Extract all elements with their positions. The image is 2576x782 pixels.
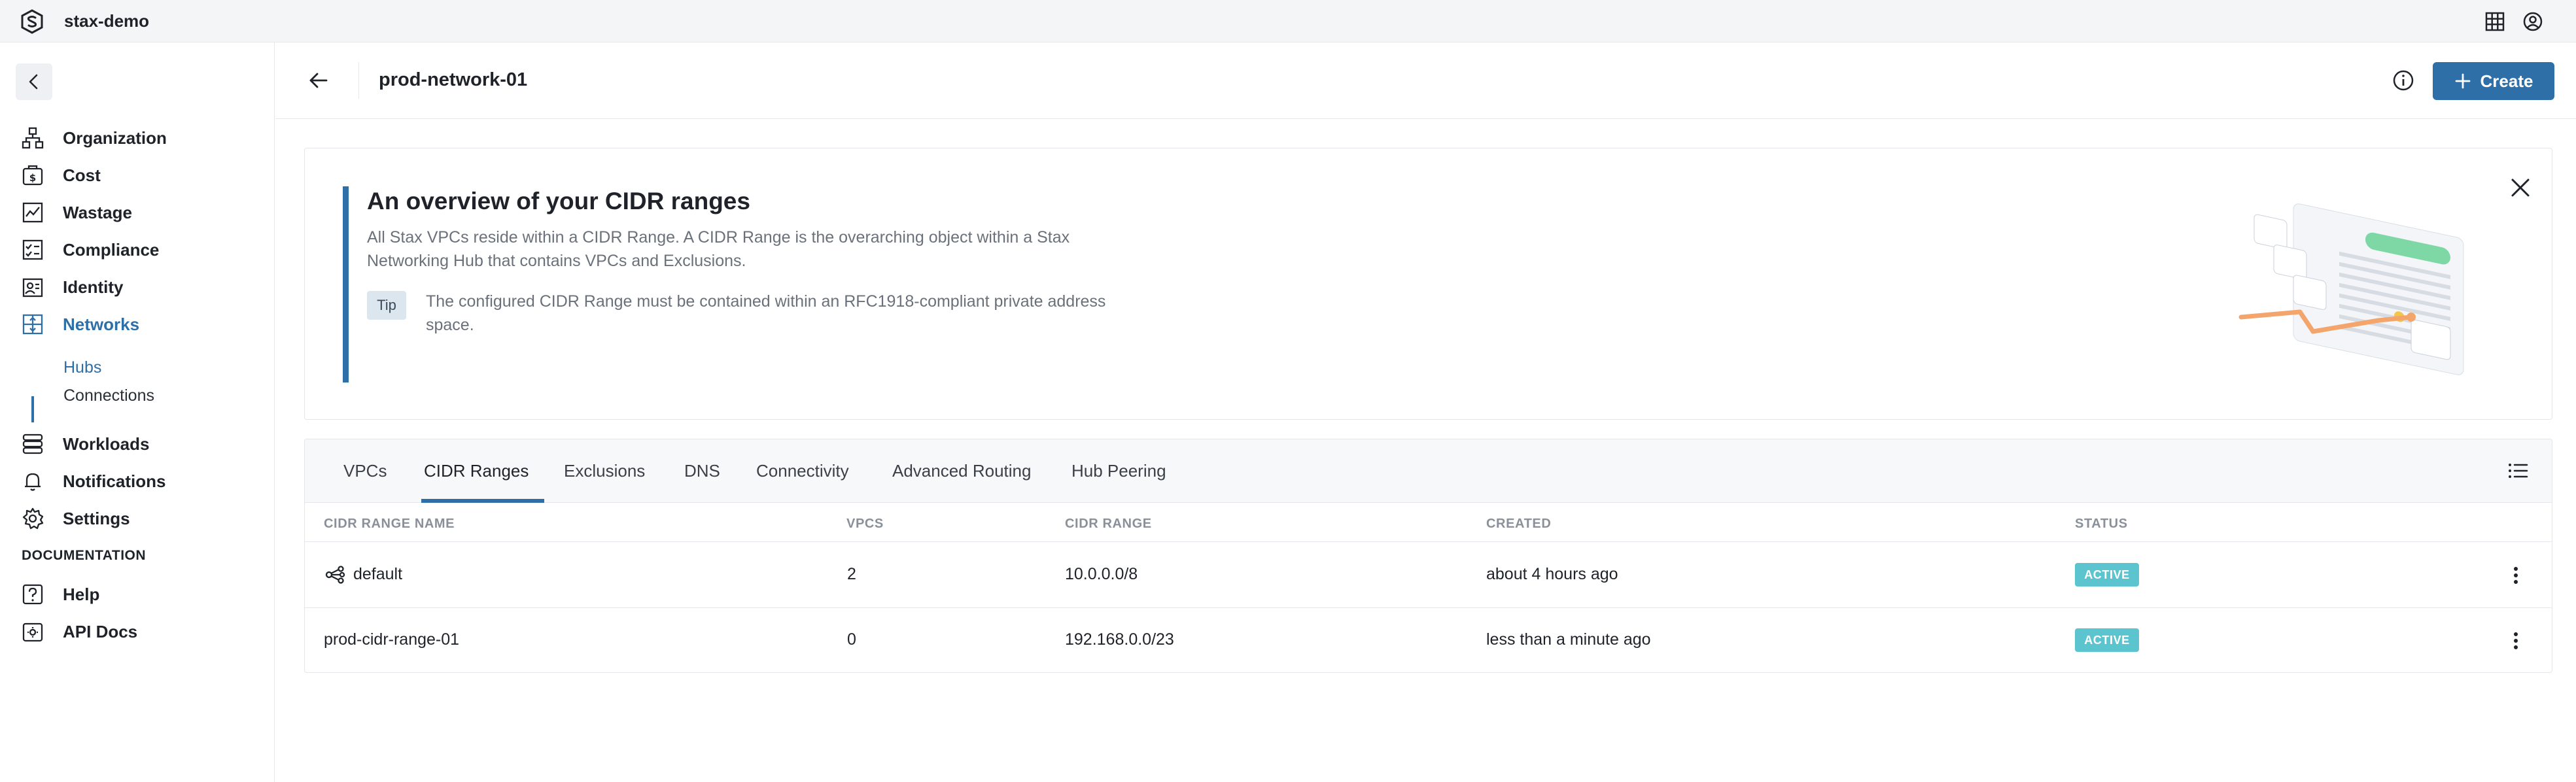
api-docs-icon: [20, 619, 46, 645]
sidebar-item-label: Workloads: [63, 434, 150, 454]
identity-icon: [20, 274, 46, 300]
sidebar-item-workloads[interactable]: Workloads: [20, 428, 262, 460]
cidr-overview-card: An overview of your CIDR ranges All Stax…: [304, 148, 2552, 420]
cidr-range-value: 10.0.0.0/8: [1065, 565, 1138, 583]
status-badge: ACTIVE: [2075, 628, 2139, 652]
tab-bar: VPCs CIDR Ranges Exclusions DNS Connecti…: [305, 439, 2552, 503]
sidebar-item-organization[interactable]: Organization: [20, 122, 262, 154]
sidebar-item-label: Wastage: [63, 202, 132, 222]
sidebar-item-label: Identity: [63, 277, 124, 297]
sidebar-item-help[interactable]: Help: [20, 578, 262, 611]
page-title: prod-network-01: [379, 69, 528, 90]
sidebar: Organization $ Cost Wastage Compliance I…: [0, 42, 275, 782]
help-icon: [20, 581, 46, 607]
sidebar-item-settings[interactable]: Settings: [20, 502, 262, 535]
tab-exclusions[interactable]: Exclusions: [563, 439, 646, 503]
create-button-label: Create: [2480, 71, 2533, 91]
collapse-sidebar-button[interactable]: [16, 63, 52, 100]
network-illustration: [2221, 186, 2496, 376]
gear-icon: [20, 505, 46, 532]
cidr-range-name[interactable]: prod-cidr-range-01: [324, 630, 459, 649]
sidebar-item-compliance[interactable]: Compliance: [20, 233, 262, 266]
sidebar-item-notifications[interactable]: Notifications: [20, 465, 262, 498]
cidr-range-value: 192.168.0.0/23: [1065, 630, 1174, 649]
tab-hub-peering[interactable]: Hub Peering: [1070, 439, 1168, 503]
tip-badge: Tip: [367, 291, 406, 320]
top-bar: stax-demo: [0, 0, 2576, 42]
column-header-cidr-range[interactable]: CIDR RANGE: [1065, 517, 1152, 532]
active-tab-indicator: [421, 499, 544, 503]
column-header-name[interactable]: CIDR RANGE NAME: [324, 517, 455, 532]
tip-text: The configured CIDR Range must be contai…: [426, 292, 1106, 334]
tab-connectivity[interactable]: Connectivity: [755, 439, 850, 503]
grid-icon[interactable]: [2484, 10, 2506, 33]
vpcs-count: 2: [847, 565, 856, 583]
cidr-ranges-panel: VPCs CIDR Ranges Exclusions DNS Connecti…: [304, 439, 2552, 673]
tab-cidr-ranges[interactable]: CIDR Ranges: [423, 439, 530, 503]
compliance-icon: [20, 237, 46, 263]
sidebar-item-label: Compliance: [63, 239, 160, 260]
organization-icon: [20, 125, 46, 151]
column-header-status[interactable]: STATUS: [2075, 517, 2128, 532]
table-row[interactable]: prod-cidr-range-01 0 192.168.0.0/23 less…: [305, 608, 2552, 672]
sidebar-item-label: Networks: [63, 314, 140, 334]
status-badge: ACTIVE: [2075, 563, 2139, 586]
default-range-icon: [323, 563, 347, 586]
sidebar-item-wastage[interactable]: Wastage: [20, 196, 262, 229]
close-icon[interactable]: [2506, 173, 2535, 202]
create-button[interactable]: Create: [2433, 62, 2554, 100]
header-divider: [358, 62, 359, 99]
sidebar-subitem-connections[interactable]: Connections: [63, 386, 154, 405]
tab-advanced-routing[interactable]: Advanced Routing: [891, 439, 1032, 503]
wastage-icon: [20, 199, 46, 226]
info-icon[interactable]: [2390, 67, 2416, 94]
sidebar-item-networks[interactable]: Networks: [20, 308, 262, 341]
sidebar-item-cost[interactable]: $ Cost: [20, 159, 262, 192]
more-vertical-icon[interactable]: [2503, 562, 2529, 588]
sidebar-item-identity[interactable]: Identity: [20, 271, 262, 303]
cidr-range-name[interactable]: default: [353, 565, 402, 584]
column-header-created[interactable]: CREATED: [1486, 517, 1551, 532]
sidebar-item-label: Help: [63, 584, 100, 604]
svg-text:$: $: [29, 172, 36, 184]
active-subitem-indicator: [31, 396, 34, 422]
sidebar-item-label: Settings: [63, 508, 130, 528]
column-header-vpcs[interactable]: VPCS: [846, 517, 884, 532]
created-time: about 4 hours ago: [1486, 565, 1618, 583]
sidebar-item-api-docs[interactable]: API Docs: [20, 615, 262, 648]
sidebar-item-label: API Docs: [63, 621, 138, 641]
more-vertical-icon[interactable]: [2503, 628, 2529, 654]
table-header: CIDR RANGE NAME VPCS CIDR RANGE CREATED …: [305, 503, 2552, 542]
sidebar-subitem-hubs[interactable]: Hubs: [63, 358, 101, 377]
sidebar-item-label: Notifications: [63, 471, 166, 491]
user-account-icon[interactable]: [2522, 10, 2544, 33]
tab-vpcs[interactable]: VPCs: [342, 439, 388, 503]
plus-icon: [2455, 73, 2470, 89]
back-arrow-icon[interactable]: [305, 67, 332, 94]
overview-title: An overview of your CIDR ranges: [367, 188, 750, 214]
page-header: prod-network-01 Create: [275, 42, 2576, 119]
table-row[interactable]: default 2 10.0.0.0/8 about 4 hours ago A…: [305, 543, 2552, 608]
cost-icon: $: [20, 162, 46, 188]
documentation-heading: DOCUMENTATION: [22, 548, 147, 563]
stax-logo-icon[interactable]: [20, 9, 44, 34]
networks-icon: [20, 311, 46, 337]
overview-description: All Stax VPCs reside within a CIDR Range…: [367, 228, 1070, 270]
tab-dns[interactable]: DNS: [683, 439, 722, 503]
list-view-icon[interactable]: [2505, 458, 2532, 484]
sidebar-item-label: Cost: [63, 165, 101, 185]
created-time: less than a minute ago: [1486, 630, 1651, 649]
sidebar-item-label: Organization: [63, 128, 167, 148]
org-name[interactable]: stax-demo: [64, 11, 149, 31]
overview-accent-bar: [343, 186, 349, 382]
workloads-icon: [20, 431, 46, 457]
chevron-left-icon: [29, 74, 38, 90]
vpcs-count: 0: [847, 630, 856, 649]
bell-icon: [20, 468, 46, 494]
